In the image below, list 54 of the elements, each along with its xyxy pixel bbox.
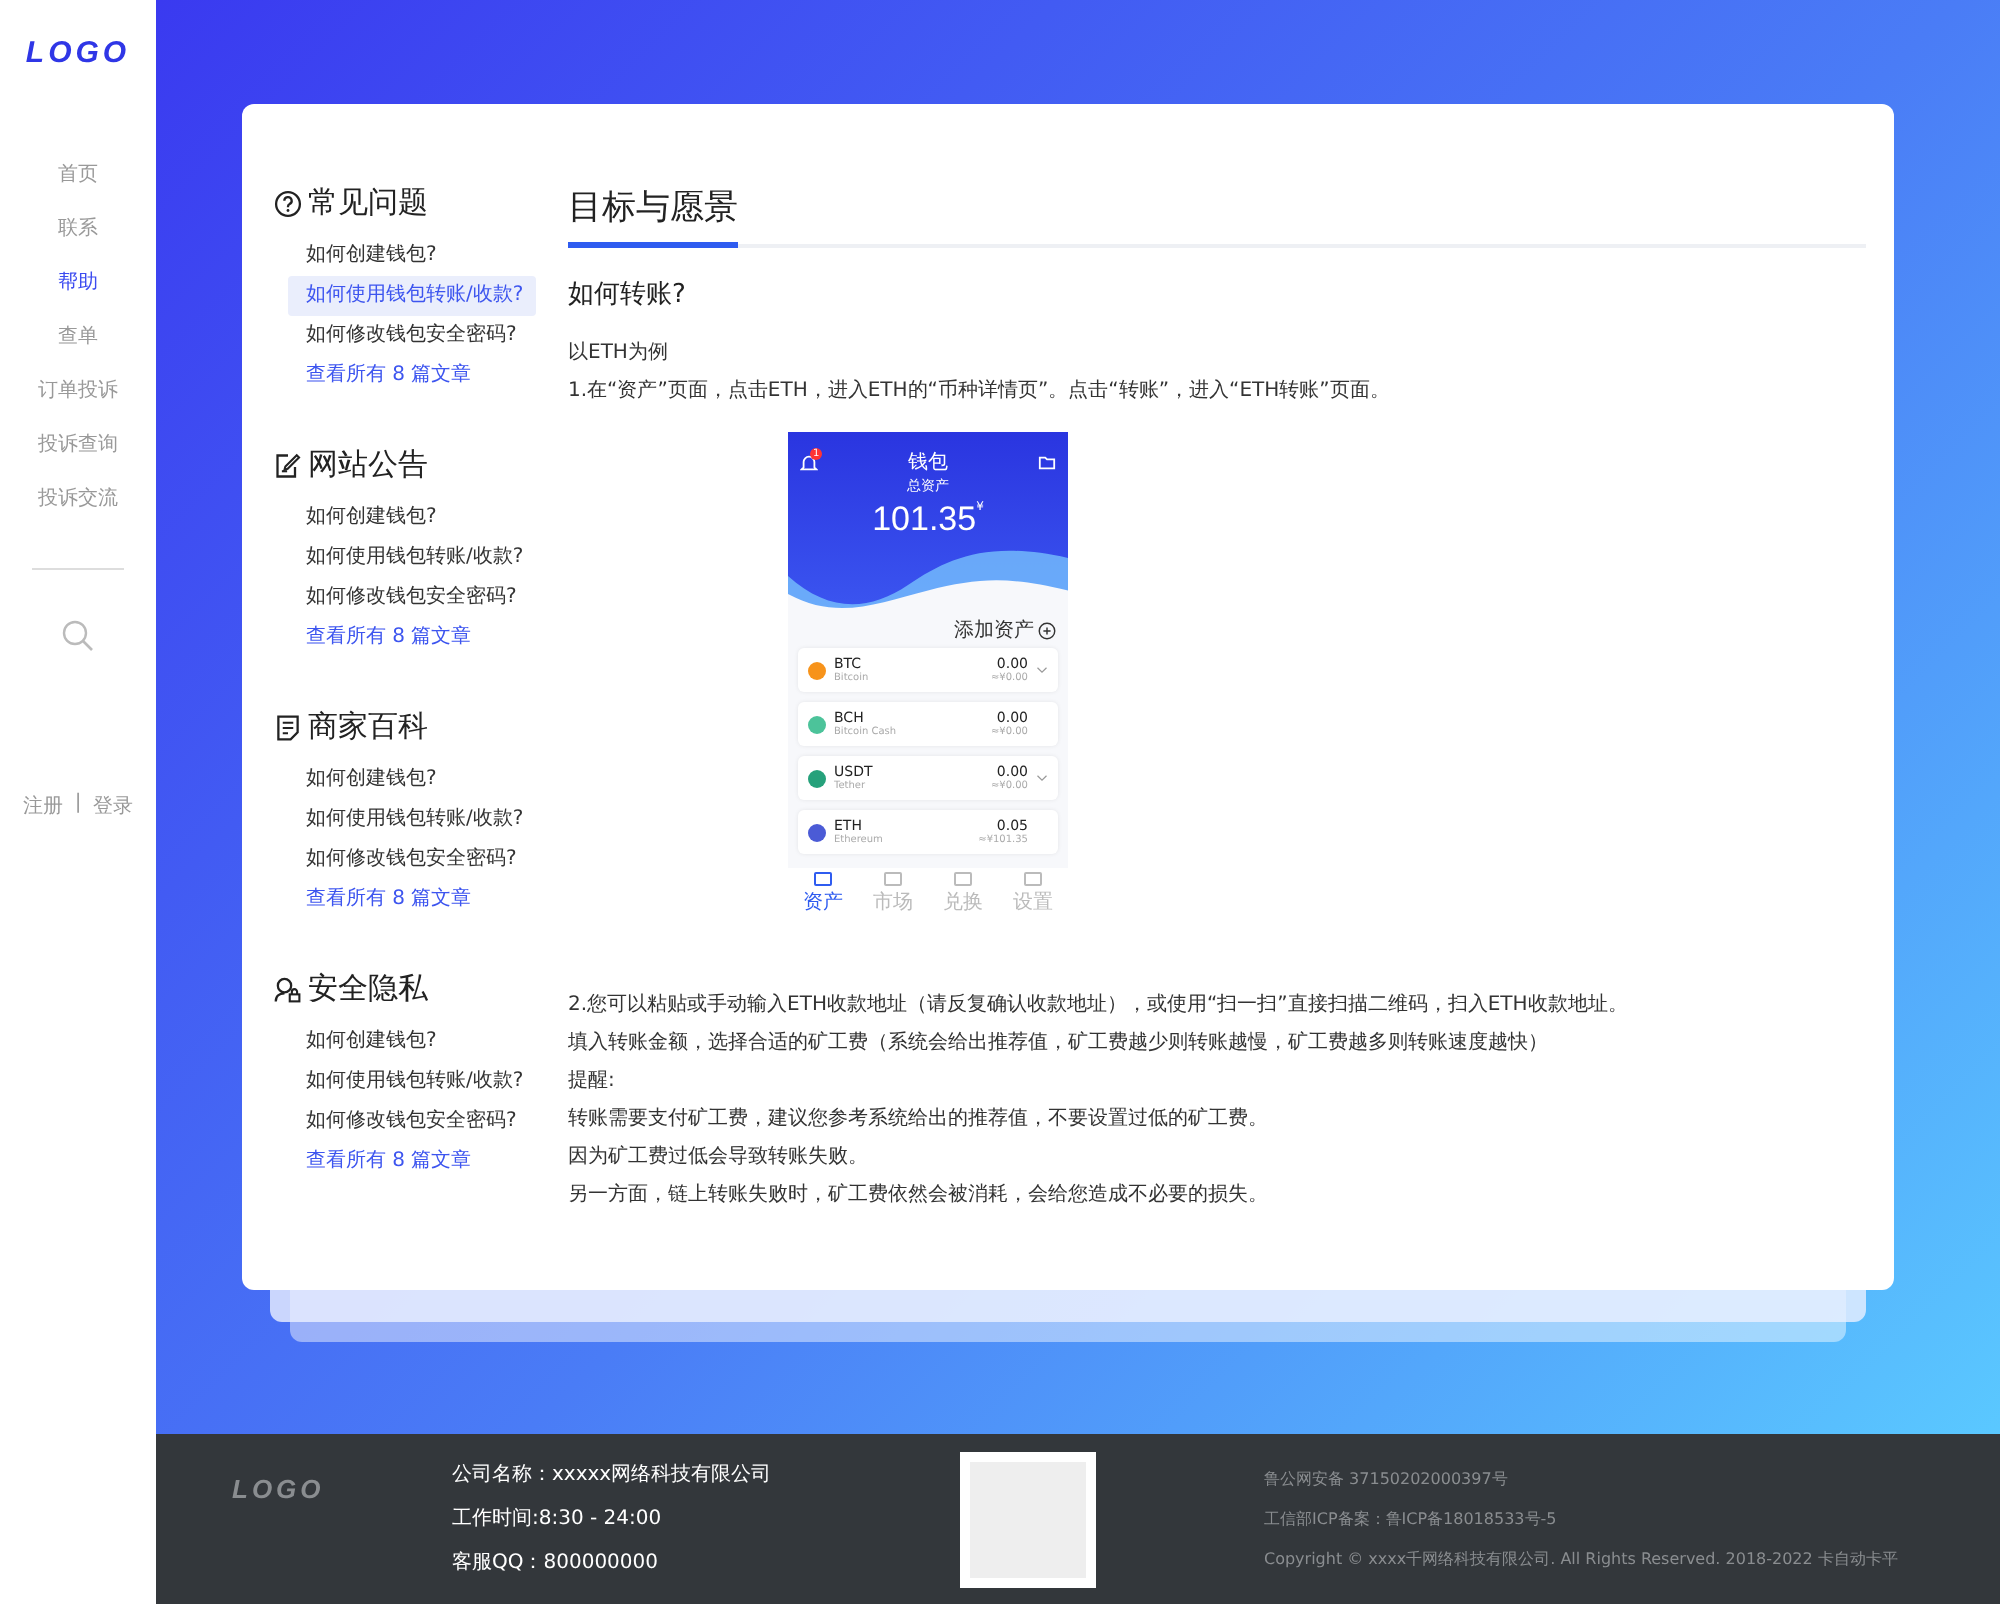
article-link[interactable]: 如何使用钱包转账/收款? [288, 276, 536, 316]
view-all-link[interactable]: 查看所有 8 篇文章 [274, 618, 534, 658]
paragraph: 2.您可以粘贴或手动输入ETH收款地址（请反复确认收款地址），或使用“扫一扫”直接扫描二维码，扫入ETH收款地址。 [568, 992, 1630, 1018]
legal-text: Copyright © xxxx千网络科技有限公司. All Rights Reserved. 2018-2022 卡自动卡平 [1264, 1547, 1900, 1571]
chevron-icon[interactable] [1036, 666, 1048, 674]
company-info: 工作时间:8:30 - 24:00 [452, 1505, 664, 1533]
paragraph: 因为矿工费过低会导致转账失败。 [568, 1144, 870, 1170]
article-link[interactable]: 如何使用钱包转账/收款? [274, 538, 536, 578]
tab[interactable]: 目标与愿景 [568, 184, 738, 248]
paragraph: 提醒: [568, 1068, 617, 1094]
paragraph: 填入转账金额，选择合适的矿工费（系统会给出推荐值，矿工费越少则转账越慢，矿工费越多则转账速度越快） [568, 1030, 1550, 1056]
article-link[interactable]: 如何修改钱包安全密码? [274, 1102, 529, 1142]
section-title: 常见问题 [308, 184, 428, 222]
section-title: 商家百科 [308, 708, 428, 746]
add-asset-label: 添加资产 [954, 617, 1034, 644]
legal-text: 工信部ICP备案：鲁ICP备18018533号-5 [1264, 1507, 1559, 1531]
article-link[interactable]: 如何修改钱包安全密码? [274, 316, 529, 356]
article-link[interactable]: 如何使用钱包转账/收款? [274, 1062, 536, 1102]
view-all-link[interactable]: 查看所有 8 篇文章 [274, 1142, 534, 1182]
article-link[interactable]: 如何创建钱包? [274, 498, 449, 538]
total-amount: 101.35 [872, 500, 977, 538]
separator: | [74, 792, 82, 818]
nav-link[interactable]: 帮助 [58, 268, 98, 300]
paragraph: 以ETH为例 [568, 340, 670, 366]
view-all-link[interactable]: 查看所有 8 篇文章 [274, 356, 534, 396]
app-tab[interactable]: 资产 [788, 868, 858, 920]
paragraph: 另一方面，链上转账失败时，矿工费依然会被消耗，会给您造成不必要的损失。 [568, 1182, 1270, 1208]
document-icon [274, 713, 302, 741]
article-link[interactable]: 如何修改钱包安全密码? [274, 840, 529, 880]
section-title: 网站公告 [308, 446, 428, 484]
article-link[interactable]: 如何创建钱包? [274, 236, 449, 276]
footer-logo: LOGO [232, 1474, 327, 1504]
bell-icon[interactable] [800, 453, 818, 471]
company-info: 公司名称：xxxxx网络科技有限公司 [452, 1461, 774, 1489]
legal-text: 鲁公网安备 37150202000397号 [1264, 1467, 1510, 1491]
qr-code-placeholder [960, 1451, 1096, 1587]
article-link[interactable]: 如何修改钱包安全密码? [274, 578, 529, 618]
folder-icon[interactable] [1038, 453, 1056, 471]
chevron-icon[interactable] [1036, 774, 1048, 782]
paragraph: 转账需要支付矿工费，建议您参考系统给出的推荐值，不要设置过低的矿工费。 [568, 1106, 1270, 1132]
view-all-link[interactable]: 查看所有 8 篇文章 [274, 880, 534, 920]
question-icon [274, 189, 302, 217]
article-link[interactable]: 如何创建钱包? [274, 1022, 449, 1062]
edit-icon [274, 451, 302, 479]
section-title: 安全隐私 [308, 970, 428, 1008]
app-title: 钱包 [908, 450, 948, 476]
article-link[interactable]: 如何使用钱包转账/收款? [274, 800, 536, 840]
article-heading: 如何转账? [568, 278, 688, 312]
article-link[interactable]: 如何创建钱包? [274, 760, 449, 800]
paragraph: 1.在“资产”页面，点击ETH，进入ETH的“币种详情页”。点击“转账”，进入“ETH转账”页面。 [568, 378, 1392, 404]
logo[interactable]: LOGO [25, 36, 131, 70]
company-info: 客服QQ：800000000 [452, 1549, 661, 1577]
user-lock-icon [274, 975, 302, 1003]
add-icon[interactable] [1038, 621, 1056, 639]
